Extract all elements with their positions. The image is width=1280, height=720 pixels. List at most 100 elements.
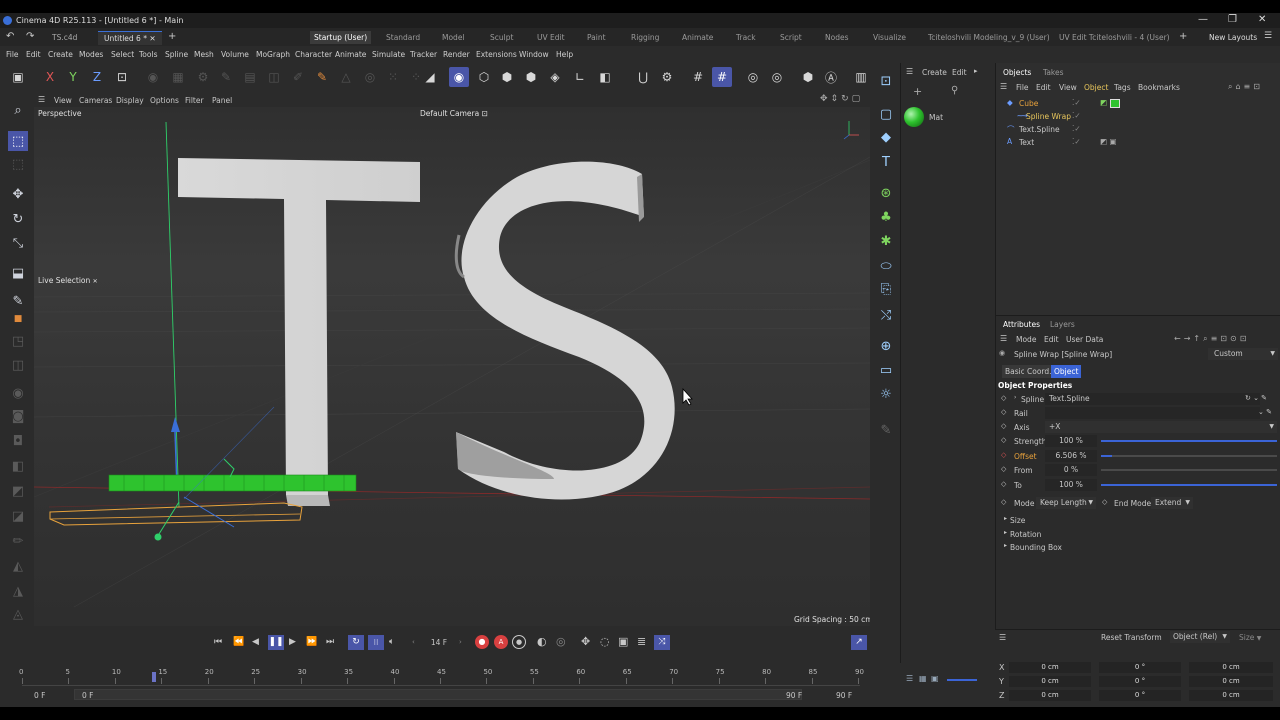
group-bounding-box[interactable]: ▸ Bounding Box: [996, 541, 1280, 554]
rotation-h-field[interactable]: 0 °: [1099, 662, 1181, 673]
menu-mesh[interactable]: Mesh: [194, 50, 214, 59]
menu-window[interactable]: Window: [519, 50, 549, 59]
new-layouts-button[interactable]: New Layouts: [1209, 33, 1257, 42]
live-selection-icon[interactable]: ⬚: [8, 131, 28, 151]
generator-icon[interactable]: ⊛: [876, 183, 896, 203]
playhead[interactable]: [151, 672, 156, 682]
layout-sculpt[interactable]: Sculpt: [490, 33, 513, 42]
key-rotation-icon[interactable]: ◌: [600, 635, 610, 648]
group-size[interactable]: ▸ Size: [996, 514, 1280, 527]
asset-icon[interactable]: Ⓐ: [821, 67, 841, 87]
tool-slot-12-icon[interactable]: ◬: [8, 604, 28, 624]
search-icon[interactable]: ⌕: [8, 100, 28, 120]
viewport-menu-options[interactable]: Options: [150, 96, 179, 105]
fps-icon[interactable]: ⁝⁝: [368, 635, 384, 650]
cube-tool-icon[interactable]: ◫: [264, 67, 284, 87]
spline-link-field[interactable]: Text.Spline: [1045, 393, 1260, 405]
tool-slot-5-icon[interactable]: ◘: [8, 431, 28, 451]
loop-icon[interactable]: ↻: [348, 635, 364, 650]
tool-slot-9-icon[interactable]: ✏: [8, 531, 28, 551]
keyframe-diamond-icon[interactable]: ◇: [1001, 436, 1006, 444]
timeline-expand-icon[interactable]: ↗: [851, 635, 867, 650]
keyframe-diamond-icon[interactable]: ◇: [1102, 498, 1107, 506]
frame-prev-arrow-icon[interactable]: ‹: [412, 638, 415, 646]
hair-icon[interactable]: ⤭: [876, 305, 896, 325]
layout-standard[interactable]: Standard: [386, 33, 420, 42]
menu-volume[interactable]: Volume: [221, 50, 249, 59]
render-settings-icon[interactable]: ⚙: [193, 67, 213, 87]
workplane-icon[interactable]: ⬓: [8, 263, 28, 283]
render-settings-button-icon[interactable]: ⬢: [798, 67, 818, 87]
tool-slot-8-icon[interactable]: ◪: [8, 506, 28, 526]
keyframe-selection-icon[interactable]: ●: [512, 635, 526, 649]
object-visibility-icon[interactable]: ⁚✓: [1072, 98, 1081, 107]
menu-help[interactable]: Help: [556, 50, 573, 59]
tab-objects[interactable]: Objects: [1003, 68, 1031, 77]
layout-animate[interactable]: Animate: [682, 33, 713, 42]
viewport-nav-icons[interactable]: ✥⇕↻▢: [820, 94, 863, 104]
objects-menu-file[interactable]: File: [1016, 83, 1029, 92]
lock-y-icon[interactable]: Y: [63, 67, 83, 87]
key-param-icon[interactable]: ≣: [637, 635, 646, 648]
tweak-icon[interactable]: ⚙: [657, 67, 677, 87]
object-row-cube[interactable]: ◆ Cube ⁚✓ ◩: [996, 97, 1280, 110]
menu-render[interactable]: Render: [443, 50, 470, 59]
prev-frame-icon[interactable]: ◀: [252, 637, 259, 647]
material-menu-icon[interactable]: ☰: [906, 67, 913, 76]
key-position-icon[interactable]: ✥: [581, 635, 590, 648]
axis-dropdown[interactable]: +X ▼: [1045, 421, 1277, 433]
lock-z-icon[interactable]: Z: [87, 67, 107, 87]
menu-file[interactable]: File: [6, 50, 19, 59]
layout-script[interactable]: Script: [780, 33, 802, 42]
camera-object-icon[interactable]: ▭: [876, 360, 896, 380]
position-z-field[interactable]: 0 cm: [1009, 690, 1091, 701]
tool-slot-10-icon[interactable]: ◭: [8, 556, 28, 576]
menu-modes[interactable]: Modes: [79, 50, 103, 59]
record-icon[interactable]: ●: [475, 635, 489, 649]
object-row-text-spline[interactable]: ⌒ Text.Spline ⁚✓: [996, 123, 1280, 136]
link-pick-icon[interactable]: ↻ ⌄ ✎: [1245, 394, 1267, 402]
tool-slot-4-icon[interactable]: ◙: [8, 406, 28, 426]
size-z-field[interactable]: 0 cm: [1189, 690, 1273, 701]
keyframe-diamond-icon[interactable]: ◇: [1001, 422, 1006, 430]
range-bar[interactable]: [74, 689, 802, 700]
objects-menu-tags[interactable]: Tags: [1114, 83, 1131, 92]
keyframe-diamond-icon[interactable]: ◇: [1001, 394, 1006, 402]
objects-menu-bookmarks[interactable]: Bookmarks: [1138, 83, 1180, 92]
viewport-grid-icon[interactable]: ▥: [851, 67, 871, 87]
render-picture-icon[interactable]: ◎: [767, 67, 787, 87]
range-start-field[interactable]: 0 F: [82, 691, 93, 700]
close-icon[interactable]: ✕: [1258, 14, 1266, 25]
size-x-field[interactable]: 0 cm: [1189, 662, 1273, 673]
rotation-p-field[interactable]: 0 °: [1099, 676, 1181, 687]
tab-takes[interactable]: Takes: [1043, 68, 1064, 77]
solo-icon[interactable]: ◧: [595, 67, 615, 87]
key-scale-icon[interactable]: ▣: [618, 635, 628, 648]
coordinate-system-icon[interactable]: ⊡: [112, 67, 132, 87]
tool-slot-1-icon[interactable]: ◳: [8, 331, 28, 351]
keyframe-diamond-icon[interactable]: ◇: [1001, 408, 1006, 416]
layout-nodes[interactable]: Nodes: [825, 33, 848, 42]
lock-x-icon[interactable]: X: [40, 67, 60, 87]
subtab-object[interactable]: Object: [1051, 365, 1082, 378]
size-y-field[interactable]: 0 cm: [1189, 676, 1273, 687]
tool-slot-6-icon[interactable]: ◧: [8, 456, 28, 476]
strength-input[interactable]: 100 %: [1045, 435, 1097, 447]
cube-object-icon[interactable]: ◆: [876, 127, 896, 147]
layout-track[interactable]: Track: [736, 33, 756, 42]
timeline-start-field[interactable]: 0 F: [34, 691, 45, 700]
object-mode-icon[interactable]: ■: [8, 309, 28, 329]
magnet-icon[interactable]: ⋃: [633, 67, 653, 87]
brush-icon[interactable]: ✎: [8, 291, 28, 311]
model-mode-icon[interactable]: ◉: [449, 67, 469, 87]
add-layout-icon[interactable]: +: [1179, 31, 1187, 42]
snap-icon[interactable]: #: [688, 67, 708, 87]
strength-slider[interactable]: [1101, 440, 1277, 442]
size-mode-dropdown[interactable]: Size ▼: [1239, 633, 1261, 642]
prev-key-icon[interactable]: ⏪: [233, 637, 244, 647]
uv-mode-icon[interactable]: ◈: [545, 67, 565, 87]
camera-label[interactable]: Default Camera ⊡: [420, 109, 488, 118]
viewport-layout-icon[interactable]: ⊡: [876, 71, 896, 91]
group-rotation[interactable]: ▸ Rotation: [996, 528, 1280, 541]
large-view-icon[interactable]: ▣: [931, 674, 939, 683]
